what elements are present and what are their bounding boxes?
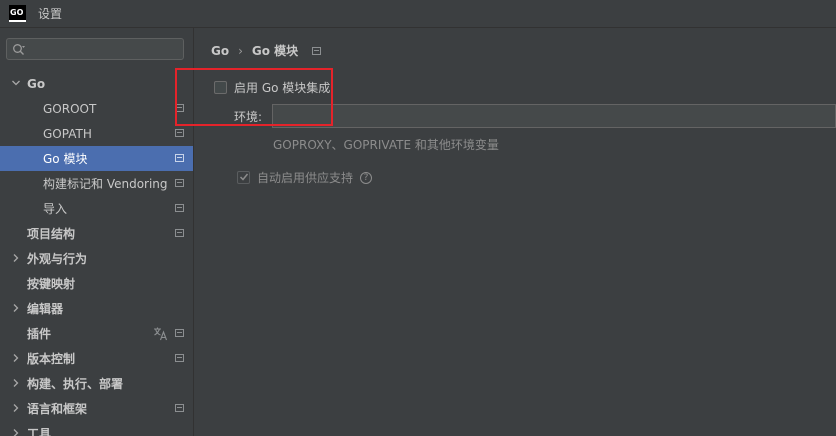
sidebar-item-label: 版本控制 [27, 352, 76, 366]
sidebar-item-label: 按键映射 [27, 277, 76, 291]
sidebar-item[interactable]: 语言和框架 [0, 396, 193, 421]
search-icon [13, 44, 25, 55]
project-scope-icon [175, 129, 184, 137]
sidebar-item-label: 编辑器 [27, 302, 64, 316]
project-scope-icon [175, 179, 184, 187]
sidebar-item-label: 导入 [43, 202, 68, 216]
project-scope-icon [175, 404, 184, 412]
sidebar-item[interactable]: 构建标记和 Vendoring [0, 171, 193, 196]
sidebar-item[interactable]: 编辑器 [0, 296, 193, 321]
breadcrumb-item[interactable]: Go [211, 44, 229, 58]
sidebar-item-label: Go 模块 [43, 152, 88, 166]
chevron-right-icon[interactable] [11, 403, 21, 413]
enable-go-modules-row[interactable]: 启用 Go 模块集成 [214, 79, 330, 96]
sidebar-item-label: GOROOT [43, 101, 97, 116]
project-scope-icon [175, 104, 184, 112]
environment-input[interactable] [272, 104, 836, 128]
project-scope-icon [175, 204, 184, 212]
settings-sidebar: Go GOROOT GOPATH Go 模块构建标记和 Vendoring 导入项目结构… [0, 28, 194, 436]
settings-tree: Go GOROOT GOPATH Go 模块构建标记和 Vendoring 导入项目结构… [0, 71, 193, 436]
sidebar-item[interactable]: GOPATH [0, 121, 193, 146]
chevron-down-icon[interactable] [11, 78, 21, 88]
title-bar: GO 设置 [0, 0, 836, 28]
sidebar-item[interactable]: 导入 [0, 196, 193, 221]
project-scope-icon [175, 229, 184, 237]
chevron-right-icon[interactable] [11, 353, 21, 363]
environment-hint: GOPROXY、GOPRIVATE 和其他环境变量 [273, 138, 499, 152]
help-icon[interactable]: ? [360, 171, 373, 184]
project-scope-icon [175, 329, 184, 337]
sidebar-item-label: 语言和框架 [27, 402, 88, 416]
sidebar-item[interactable]: Go 模块 [0, 146, 193, 171]
sidebar-item[interactable]: 外观与行为 [0, 246, 193, 271]
logo-text: GO [10, 8, 24, 17]
chevron-right-icon[interactable] [11, 303, 21, 313]
chevron-right-icon[interactable] [11, 428, 21, 436]
sidebar-item-label: Go [27, 76, 46, 91]
translate-icon [154, 327, 168, 341]
chevron-right-icon: › [238, 43, 243, 58]
sidebar-item[interactable]: 插件 [0, 321, 193, 346]
sidebar-item[interactable]: 工具 [0, 421, 193, 436]
breadcrumb-item: Go 模块 [251, 44, 299, 58]
vendoring-checkbox [237, 171, 250, 184]
environment-label: 环境: [234, 110, 263, 124]
search-input[interactable] [33, 41, 182, 59]
sidebar-item[interactable]: 版本控制 [0, 346, 193, 371]
chevron-right-icon[interactable] [11, 378, 21, 388]
project-scope-icon [175, 354, 184, 362]
sidebar-item-label: 构建标记和 Vendoring [43, 177, 168, 191]
enable-go-modules-checkbox[interactable] [214, 81, 227, 94]
checkmark-icon [239, 173, 249, 181]
sidebar-item[interactable]: 项目结构 [0, 221, 193, 246]
sidebar-item-label: 插件 [27, 327, 52, 341]
project-scope-icon [175, 154, 184, 162]
sidebar-item[interactable]: 按键映射 [0, 271, 193, 296]
sidebar-item[interactable]: 构建、执行、部署 [0, 371, 193, 396]
window-title: 设置 [38, 7, 63, 21]
sidebar-item-label: 项目结构 [27, 227, 76, 241]
breadcrumb: Go › Go 模块 [211, 42, 322, 59]
project-scope-icon [312, 46, 322, 55]
chevron-right-icon[interactable] [11, 253, 21, 263]
vendoring-label: 自动启用供应支持 [257, 171, 354, 185]
settings-content: Go › Go 模块 启用 Go 模块集成 环境: GOPROXY、GOPRIV… [194, 28, 836, 436]
goland-logo-icon: GO [9, 5, 26, 22]
sidebar-item-label: 构建、执行、部署 [27, 377, 124, 391]
enable-go-modules-label[interactable]: 启用 Go 模块集成 [234, 79, 330, 96]
sidebar-item[interactable]: Go [0, 71, 193, 96]
sidebar-item-label: 外观与行为 [27, 252, 88, 266]
sidebar-item-label: 工具 [27, 427, 52, 436]
sidebar-item-label: GOPATH [43, 126, 92, 141]
settings-search[interactable] [6, 38, 184, 60]
vendoring-row: 自动启用供应支持 ? [237, 169, 373, 186]
sidebar-item[interactable]: GOROOT [0, 96, 193, 121]
